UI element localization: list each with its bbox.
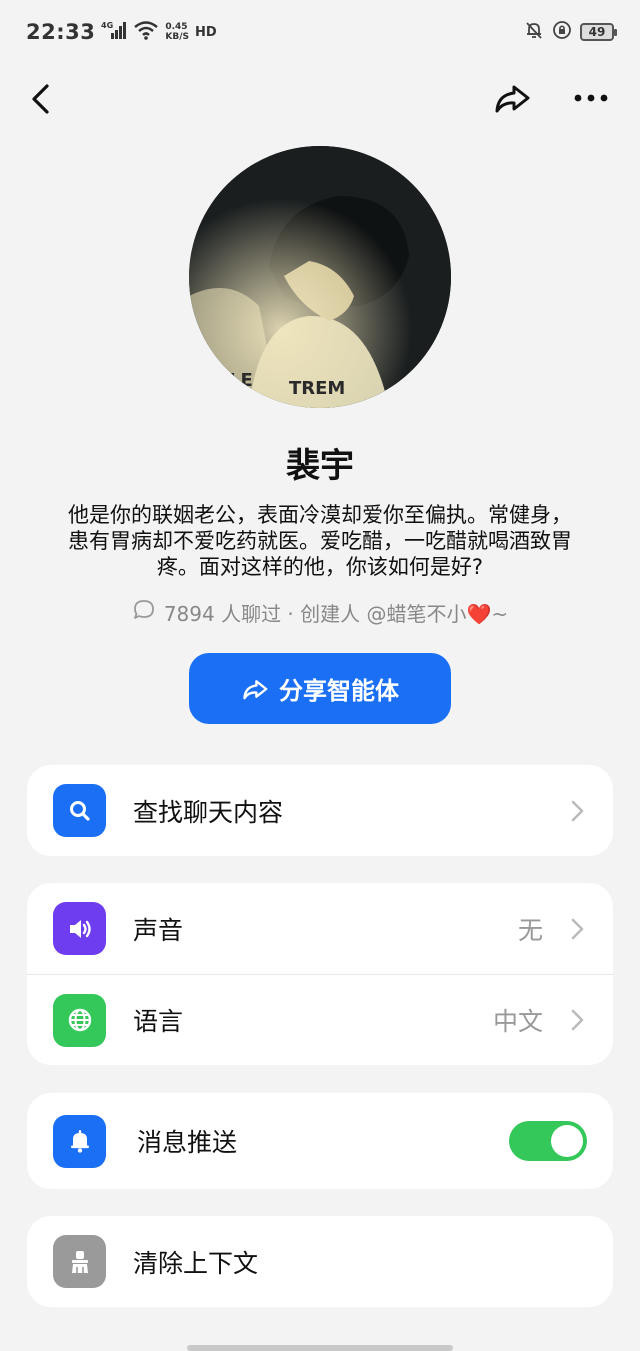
push-label: 消息推送: [137, 1128, 238, 1157]
battery-indicator: 49: [580, 23, 617, 41]
push-row: 消息推送: [27, 1093, 613, 1189]
network-speed: 0.45 KB/S: [165, 22, 189, 42]
shirt-print-text: TREM: [289, 378, 345, 399]
push-card: 消息推送: [27, 1093, 613, 1189]
signal-icon: 4G: [101, 20, 127, 44]
search-chat-label: 查找聊天内容: [133, 797, 284, 827]
language-value: 中文: [492, 1007, 543, 1036]
chevron-left-icon: [32, 84, 49, 114]
clear-context-row[interactable]: 清除上下文: [27, 1216, 613, 1307]
mute-bell-icon: [524, 20, 544, 44]
home-indicator[interactable]: [187, 1345, 453, 1351]
speed-unit: KB/S: [165, 32, 189, 42]
agent-name: 裴宇: [286, 446, 354, 486]
clear-context-label: 清除上下文: [133, 1248, 259, 1278]
more-button[interactable]: [570, 78, 612, 118]
bell-icon: [53, 1114, 106, 1168]
globe-icon: [53, 993, 106, 1047]
share-nav-button[interactable]: [492, 78, 532, 118]
sound-value: 无: [517, 915, 543, 945]
share-agent-label: 分享智能体: [279, 678, 399, 705]
chat-bubble-icon: [132, 598, 156, 627]
agent-description: 他是你的联姻老公，表面冷漠却爱你至偏执。常健身，患有胃病却不爱吃药就医。爱吃醋，…: [68, 503, 572, 579]
sound-label: 声音: [133, 915, 184, 945]
search-card: 查找聊天内容: [27, 765, 613, 856]
speaker-icon: [53, 902, 106, 955]
back-button[interactable]: [22, 78, 62, 118]
lock-rotation-icon: [552, 20, 572, 44]
chevron-right-icon: [571, 918, 584, 939]
chevron-right-icon: [571, 1009, 584, 1031]
search-icon: [53, 784, 106, 837]
network-type: 4G: [101, 21, 113, 30]
toggle-knob: [551, 1125, 583, 1157]
status-left: 22:33 4G 0.45 KB/S HD: [26, 20, 217, 44]
wifi-icon: [133, 20, 159, 44]
share-agent-button[interactable]: 分享智能体: [189, 653, 451, 724]
share-arrow-icon: [495, 85, 530, 113]
agent-profile-page: 22:33 4G 0.45 KB/S HD 49 TREM LE 裴宇 他是你的…: [0, 0, 640, 1351]
agent-meta: 7894 人聊过 · 创建人 @蜡笔不小❤️~: [0, 598, 640, 627]
language-label: 语言: [133, 1007, 184, 1036]
agent-meta-text[interactable]: 7894 人聊过 · 创建人 @蜡笔不小❤️~: [164, 598, 508, 627]
chevron-right-icon: [571, 800, 584, 821]
status-right: 49: [524, 20, 617, 44]
speed-value: 0.45: [165, 22, 188, 32]
clear-card: 清除上下文: [27, 1216, 613, 1307]
language-row[interactable]: 语言 中文: [27, 974, 613, 1065]
top-nav: [0, 68, 640, 128]
status-bar: 22:33 4G 0.45 KB/S HD 49: [0, 0, 640, 64]
status-time: 22:33: [26, 20, 96, 44]
push-toggle[interactable]: [509, 1121, 587, 1161]
hd-badge: HD: [194, 24, 217, 40]
share-arrow-icon: [243, 679, 268, 699]
agent-avatar[interactable]: TREM LE: [189, 146, 451, 408]
svg-text:LE: LE: [229, 370, 253, 391]
broom-icon: [53, 1235, 106, 1288]
search-chat-row[interactable]: 查找聊天内容: [27, 765, 613, 856]
sound-row[interactable]: 声音 无: [27, 883, 613, 974]
avatar-portrait-image: TREM LE: [189, 146, 451, 408]
more-dots-icon: [574, 94, 608, 102]
voice-language-card: 声音 无 语言 中文: [27, 883, 613, 1065]
